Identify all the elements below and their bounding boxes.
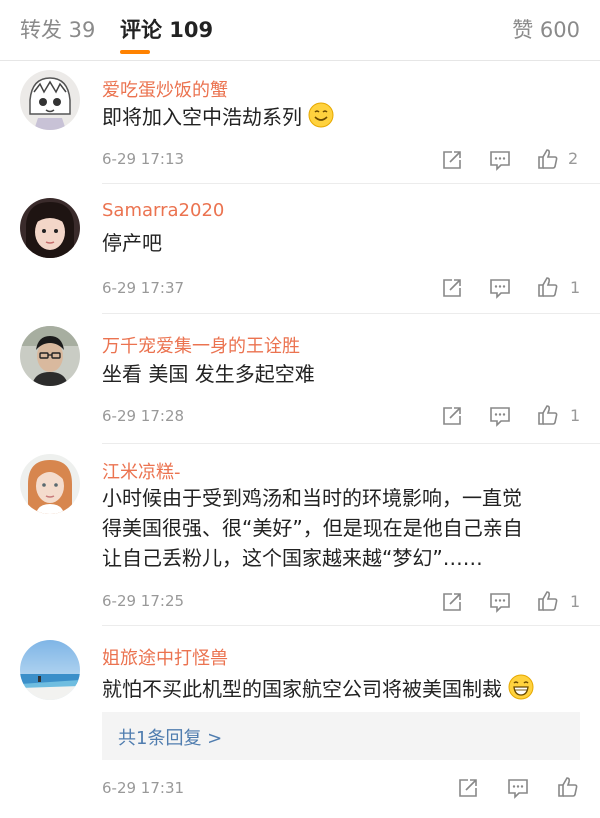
- view-replies-link[interactable]: 共1条回复 >: [118, 724, 222, 750]
- comment-tabs: 转发 39 评论 109 赞 600: [0, 0, 600, 60]
- comment-icon[interactable]: [506, 776, 530, 800]
- comment-text: 坐看 美国 发生多起空难: [102, 362, 315, 386]
- comment-username[interactable]: 爱吃蛋炒饭的蟹: [102, 76, 228, 102]
- avatar[interactable]: [20, 326, 80, 386]
- comment-item: 万千宠爱集一身的王诠胜 坐看 美国 发生多起空难 6-29 17:28 1: [0, 314, 600, 444]
- comment-text: 小时候由于受到鸡汤和当时的环境影响，一直觉 得美国很强、很“美好”，但是现在是他…: [102, 486, 523, 570]
- like-count: 1: [570, 406, 581, 425]
- comment-time: 6-29 17:28: [102, 407, 185, 425]
- comment-username[interactable]: Samarra2020: [102, 200, 224, 221]
- like-count: 2: [568, 149, 579, 168]
- like-count: 1: [570, 278, 581, 297]
- comment-time: 6-29 17:25: [102, 592, 185, 610]
- comment-icon[interactable]: [488, 590, 512, 614]
- active-tab-indicator: [120, 50, 150, 54]
- smile-emoji-icon: [308, 102, 334, 136]
- tabs-divider: [0, 60, 600, 61]
- comment-username[interactable]: 姐旅途中打怪兽: [102, 644, 228, 670]
- tab-likes[interactable]: 赞 600: [512, 14, 580, 44]
- like-icon[interactable]: [556, 775, 580, 799]
- avatar[interactable]: [20, 70, 80, 130]
- comment-time: 6-29 17:13: [102, 150, 185, 168]
- like-icon[interactable]: [536, 589, 560, 613]
- comment-username[interactable]: 江米凉糕-: [102, 458, 181, 484]
- repost-icon[interactable]: [440, 404, 464, 428]
- tab-comments[interactable]: 评论 109: [120, 14, 213, 44]
- like-icon[interactable]: [536, 275, 560, 299]
- comment-username[interactable]: 万千宠爱集一身的王诠胜: [102, 332, 300, 358]
- like-icon[interactable]: [536, 147, 560, 171]
- comment-icon[interactable]: [488, 276, 512, 300]
- comment-text: 就怕不买此机型的国家航空公司将被美国制裁: [102, 674, 582, 708]
- repost-icon[interactable]: [440, 590, 464, 614]
- comment-icon[interactable]: [488, 404, 512, 428]
- avatar[interactable]: [20, 198, 80, 258]
- like-count: 1: [570, 592, 581, 611]
- comment-item: Samarra2020 停产吧 6-29 17:37 1: [0, 184, 600, 314]
- comment-time: 6-29 17:37: [102, 279, 185, 297]
- comment-item: 爱吃蛋炒饭的蟹 即将加入空中浩劫系列 6-29 17:13 2: [0, 62, 600, 184]
- repost-icon[interactable]: [440, 276, 464, 300]
- like-icon[interactable]: [536, 403, 560, 427]
- avatar[interactable]: [20, 640, 80, 700]
- repost-icon[interactable]: [456, 776, 480, 800]
- reply-thread-box[interactable]: 共1条回复 >: [102, 712, 580, 760]
- repost-icon[interactable]: [440, 148, 464, 172]
- comment-text: 停产吧: [102, 231, 162, 255]
- comment-item: 江米凉糕- 小时候由于受到鸡汤和当时的环境影响，一直觉 得美国很强、很“美好”，…: [0, 444, 600, 626]
- grin-emoji-icon: [508, 674, 534, 708]
- tab-repost[interactable]: 转发 39: [20, 14, 95, 44]
- avatar[interactable]: [20, 454, 80, 514]
- comment-text: 即将加入空中浩劫系列: [102, 102, 582, 136]
- comment-time: 6-29 17:31: [102, 779, 185, 797]
- comment-item: 姐旅途中打怪兽 就怕不买此机型的国家航空公司将被美国制裁 共1条回复 > 6-2…: [0, 626, 600, 818]
- comment-icon[interactable]: [488, 148, 512, 172]
